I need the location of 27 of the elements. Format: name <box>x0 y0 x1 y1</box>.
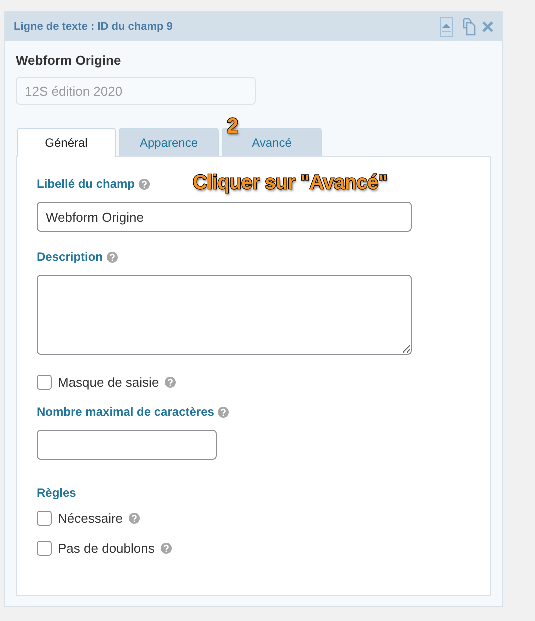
help-icon[interactable] <box>165 377 176 388</box>
tab[interactable]: Apparence <box>119 128 219 157</box>
help-icon[interactable] <box>129 513 140 524</box>
callout-text: Cliquer sur "Avancé" <box>193 172 388 195</box>
collapse-icon[interactable] <box>440 16 453 36</box>
checkbox[interactable] <box>37 511 52 526</box>
checkbox-label: Masque de saisie <box>58 375 160 390</box>
checkbox[interactable] <box>37 375 52 390</box>
setting-label: Description <box>37 250 104 264</box>
description-field[interactable] <box>37 275 412 355</box>
setting-label: Libellé du champ <box>37 177 136 191</box>
help-icon[interactable] <box>139 178 150 190</box>
checkbox[interactable] <box>37 541 52 556</box>
text-field[interactable]: Webform Origine <box>37 202 412 232</box>
help-icon[interactable] <box>107 252 118 262</box>
number-field[interactable] <box>37 430 217 460</box>
checkbox-label: Pas de doublons <box>58 541 155 556</box>
setting-label: Nombre maximal de caractères <box>37 405 214 419</box>
panel-title: Ligne de texte : ID du champ 9 <box>14 20 173 32</box>
checkbox-label: Nécessaire <box>58 511 124 526</box>
preview-field[interactable]: 12S édition 2020 <box>16 77 256 105</box>
help-icon[interactable] <box>218 406 230 418</box>
section-heading: Règles <box>37 486 76 500</box>
help-icon[interactable] <box>160 543 172 554</box>
field-name: Webform Origine <box>16 53 122 68</box>
close-icon[interactable] <box>482 20 494 32</box>
tab[interactable]: Général <box>17 128 116 157</box>
